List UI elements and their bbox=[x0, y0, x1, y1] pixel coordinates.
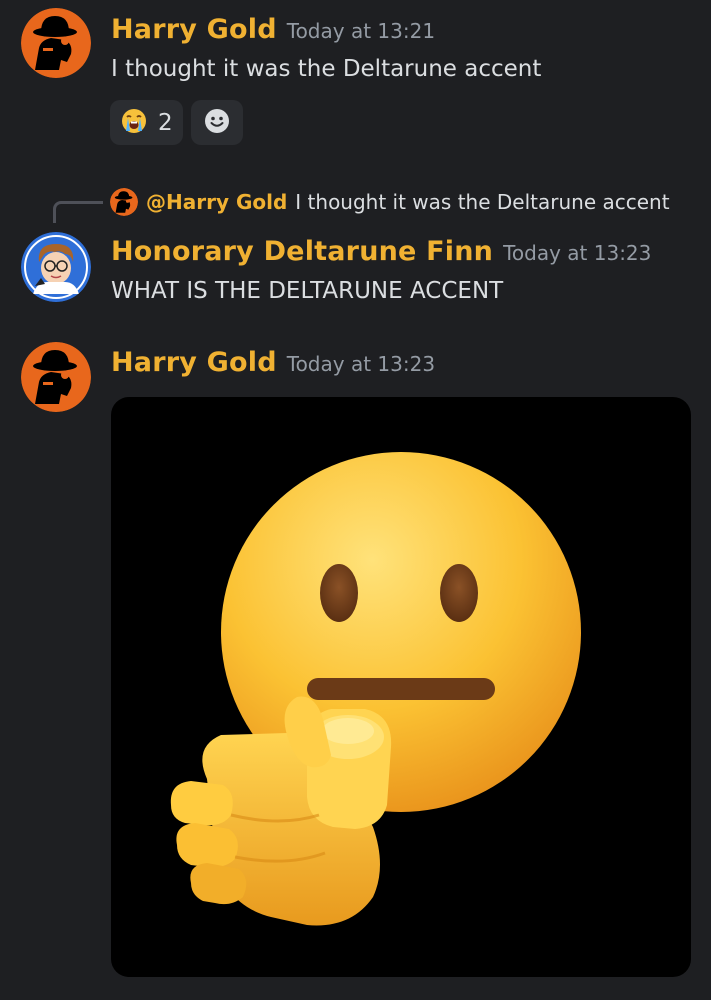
image-attachment[interactable] bbox=[111, 397, 691, 977]
harry-gold-avatar[interactable] bbox=[21, 8, 91, 78]
message-header: Harry Gold Today at 13:23 bbox=[111, 347, 435, 378]
reply-avatar bbox=[110, 188, 138, 216]
username[interactable]: Harry Gold bbox=[111, 14, 277, 45]
loudly-crying-face-icon bbox=[120, 107, 148, 139]
username[interactable]: Harry Gold bbox=[111, 347, 277, 378]
add-reaction-button[interactable] bbox=[190, 100, 243, 145]
honorary-deltarune-finn-avatar[interactable] bbox=[21, 232, 91, 302]
reaction-crying-face[interactable]: 2 bbox=[110, 100, 183, 145]
message-text: I thought it was the Deltarune accent bbox=[111, 56, 542, 82]
harry-gold-avatar[interactable] bbox=[21, 342, 91, 412]
neutral-face-pointing-emoji-image bbox=[170, 452, 581, 926]
timestamp: Today at 13:21 bbox=[286, 19, 436, 43]
timestamp: Today at 13:23 bbox=[503, 241, 652, 265]
reply-preview-text: I thought it was the Deltarune accent bbox=[295, 190, 670, 214]
reply-mention[interactable]: @Harry Gold bbox=[146, 190, 287, 214]
chat-message-list: Harry Gold Today at 13:21 I thought it wa… bbox=[0, 0, 711, 1000]
message-header: Harry Gold Today at 13:21 bbox=[111, 14, 435, 45]
reaction-count: 2 bbox=[158, 109, 173, 136]
reaction-bar: 2 bbox=[110, 100, 243, 145]
reply-reference[interactable]: @Harry Gold I thought it was the Deltaru… bbox=[110, 188, 670, 216]
timestamp: Today at 13:23 bbox=[286, 352, 436, 376]
message-header: Honorary Deltarune Finn Today at 13:23 bbox=[111, 236, 651, 267]
reply-spine bbox=[53, 201, 103, 223]
username[interactable]: Honorary Deltarune Finn bbox=[111, 236, 493, 267]
add-reaction-smiley-icon bbox=[203, 107, 231, 139]
message-text: WHAT IS THE DELTARUNE ACCENT bbox=[111, 278, 504, 304]
